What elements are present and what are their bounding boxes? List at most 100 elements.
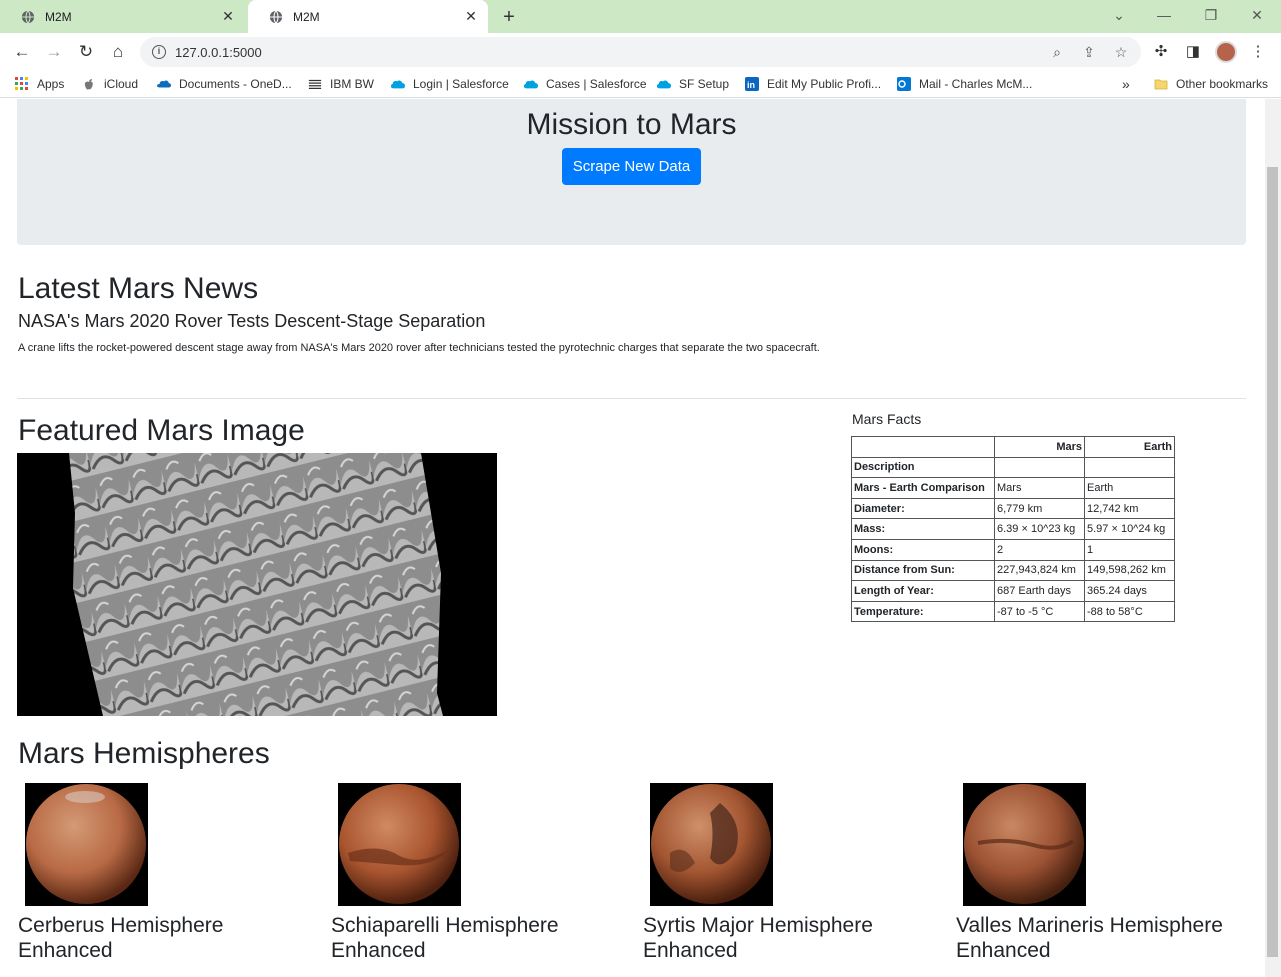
extensions-puzzle-icon[interactable]: ✣: [1151, 42, 1171, 62]
cell-mars: 6,779 km: [994, 497, 1085, 520]
url-text[interactable]: 127.0.0.1:5000: [175, 45, 262, 60]
table-row: Length of Year: 687 Earth days 365.24 days: [851, 580, 1175, 602]
row-label: Mars - Earth Comparison: [851, 477, 995, 499]
apps-grid-icon: [15, 77, 28, 90]
bookmark-other-bookmarks[interactable]: Other bookmarks: [1154, 76, 1268, 92]
bookmark-onedrive[interactable]: Documents - OneD...: [157, 76, 292, 92]
table-row: Distance from Sun: 227,943,824 km 149,598,…: [851, 559, 1175, 582]
table-row: Diameter: 6,779 km 12,742 km: [851, 497, 1175, 520]
hemispheres-heading: Mars Hemispheres: [18, 737, 270, 770]
row-label: Length of Year:: [851, 580, 995, 602]
hemisphere-image: [963, 783, 1086, 906]
hemisphere-image: [650, 783, 773, 906]
hemisphere-image: [338, 783, 461, 906]
close-window-icon[interactable]: ✕: [1248, 4, 1266, 26]
bookmark-cases-salesforce[interactable]: Cases | Salesforce: [524, 76, 647, 92]
address-bar[interactable]: i 127.0.0.1:5000 ⌕ ⇪ ☆: [140, 37, 1141, 67]
new-tab-plus-icon[interactable]: +: [499, 7, 519, 27]
site-info-icon[interactable]: i: [152, 45, 166, 59]
tab-title: M2M: [293, 9, 320, 24]
outlook-icon: [897, 77, 911, 91]
more-bookmarks-chevron-icon[interactable]: »: [1122, 76, 1130, 92]
browser-toolbar: ← → ↻ ⌂ i 127.0.0.1:5000 ⌕ ⇪ ☆ ✣ ◨ ⋮: [0, 33, 1281, 70]
column-header-mars: Mars: [994, 436, 1085, 458]
table-corner-cell: [851, 436, 995, 458]
tab-title: M2M: [45, 9, 72, 24]
restore-icon[interactable]: ❐: [1202, 4, 1220, 26]
zoom-magnifier-icon[interactable]: ⌕: [1048, 43, 1066, 61]
bookmark-label: Documents - OneD...: [179, 77, 292, 91]
table-row: Mass: 6.39 × 10^23 kg 5.97 × 10^24 kg: [851, 518, 1175, 540]
news-title: NASA's Mars 2020 Rover Tests Descent-Sta…: [18, 311, 486, 331]
close-tab-icon[interactable]: ✕: [464, 9, 478, 23]
bookmark-icloud[interactable]: iCloud: [82, 76, 138, 92]
linkedin-icon: in: [745, 77, 759, 91]
cell-mars: 687 Earth days: [994, 580, 1085, 602]
cell-earth: -88 to 58°C: [1084, 600, 1175, 623]
table-index-row: Description: [851, 456, 1175, 479]
cell-mars: -87 to -5 °C: [994, 600, 1085, 623]
share-icon[interactable]: ⇪: [1080, 43, 1098, 61]
bookmark-linkedin[interactable]: in Edit My Public Profi...: [745, 76, 881, 92]
bookmarks-bar: Apps iCloud Documents - OneD... IBM BW L…: [0, 70, 1281, 98]
minimize-icon[interactable]: —: [1155, 4, 1173, 26]
globe-icon: [269, 10, 283, 23]
featured-mars-image: [17, 453, 497, 716]
scrape-new-data-button[interactable]: Scrape New Data: [562, 148, 701, 185]
bookmark-label: Other bookmarks: [1176, 77, 1269, 91]
row-label: Moons:: [851, 538, 995, 561]
cell-earth: 5.97 × 10^24 kg: [1084, 518, 1175, 540]
side-panel-icon[interactable]: ◨: [1183, 42, 1203, 62]
page-viewport: Mission to Mars Scrape New Data Latest M…: [0, 99, 1265, 977]
section-divider: [17, 398, 1246, 399]
table-row: Temperature: -87 to -5 °C -88 to 58°C: [851, 600, 1175, 623]
table-header-row: Mars Earth: [851, 436, 1175, 458]
row-label: Mass:: [851, 518, 995, 540]
forward-arrow-icon[interactable]: →: [44, 42, 64, 62]
bookmark-label: iCloud: [104, 77, 139, 91]
browser-tab-2-active[interactable]: M2M ✕: [248, 0, 488, 33]
salesforce-cloud-icon: [524, 80, 538, 89]
reload-icon[interactable]: ↻: [76, 42, 96, 62]
bookmark-mail[interactable]: Mail - Charles McM...: [897, 76, 1032, 92]
column-header-earth: Earth: [1084, 436, 1175, 458]
hemisphere-title: Schiaparelli Hemisphere Enhanced: [331, 914, 559, 962]
bookmark-label: Mail - Charles McM...: [919, 77, 1033, 91]
table-row: Moons: 2 1: [851, 538, 1175, 561]
cell-earth: 12,742 km: [1084, 497, 1175, 520]
bookmark-login-salesforce[interactable]: Login | Salesforce: [391, 76, 509, 92]
hemisphere-title: Cerberus Hemisphere Enhanced: [18, 914, 224, 962]
empty-cell: [994, 456, 1085, 479]
browser-tab-1[interactable]: M2M ✕: [0, 0, 245, 33]
bookmark-ibm-bw[interactable]: IBM BW: [308, 76, 374, 92]
table-row: Mars - Earth Comparison Mars Earth: [851, 477, 1175, 499]
featured-image-heading: Featured Mars Image: [18, 414, 305, 447]
scrollbar-thumb[interactable]: [1267, 167, 1278, 957]
cell-earth: 149,598,262 km: [1084, 559, 1175, 582]
cell-mars: 6.39 × 10^23 kg: [994, 518, 1085, 540]
page-title: Mission to Mars: [526, 108, 737, 141]
menu-kebab-icon[interactable]: ⋮: [1248, 42, 1268, 62]
cell-earth: Earth: [1084, 477, 1175, 499]
bookmark-label: Edit My Public Profi...: [767, 77, 882, 91]
cell-mars: Mars: [994, 477, 1085, 499]
back-arrow-icon[interactable]: ←: [12, 42, 32, 62]
cell-earth: 1: [1084, 538, 1175, 561]
bookmark-sf-setup[interactable]: SF Setup: [657, 76, 729, 92]
latest-news-heading: Latest Mars News: [18, 272, 259, 305]
close-tab-icon[interactable]: ✕: [221, 9, 235, 23]
onedrive-cloud-icon: [157, 80, 171, 88]
bookmark-apps[interactable]: Apps: [15, 76, 64, 92]
hemisphere-image: [25, 783, 148, 906]
cell-mars: 2: [994, 538, 1085, 561]
tab-search-chevron-icon[interactable]: ⌄: [1110, 4, 1128, 26]
page-scrollbar[interactable]: [1265, 99, 1281, 977]
jumbotron-header: Mission to Mars Scrape New Data: [17, 99, 1246, 245]
row-label: Temperature:: [851, 600, 995, 623]
hemisphere-title: Syrtis Major Hemisphere Enhanced: [643, 914, 873, 962]
salesforce-cloud-icon: [391, 80, 405, 89]
bookmark-star-icon[interactable]: ☆: [1112, 43, 1130, 61]
apple-icon: [84, 79, 93, 90]
home-icon[interactable]: ⌂: [108, 42, 128, 62]
profile-avatar[interactable]: [1215, 41, 1237, 63]
